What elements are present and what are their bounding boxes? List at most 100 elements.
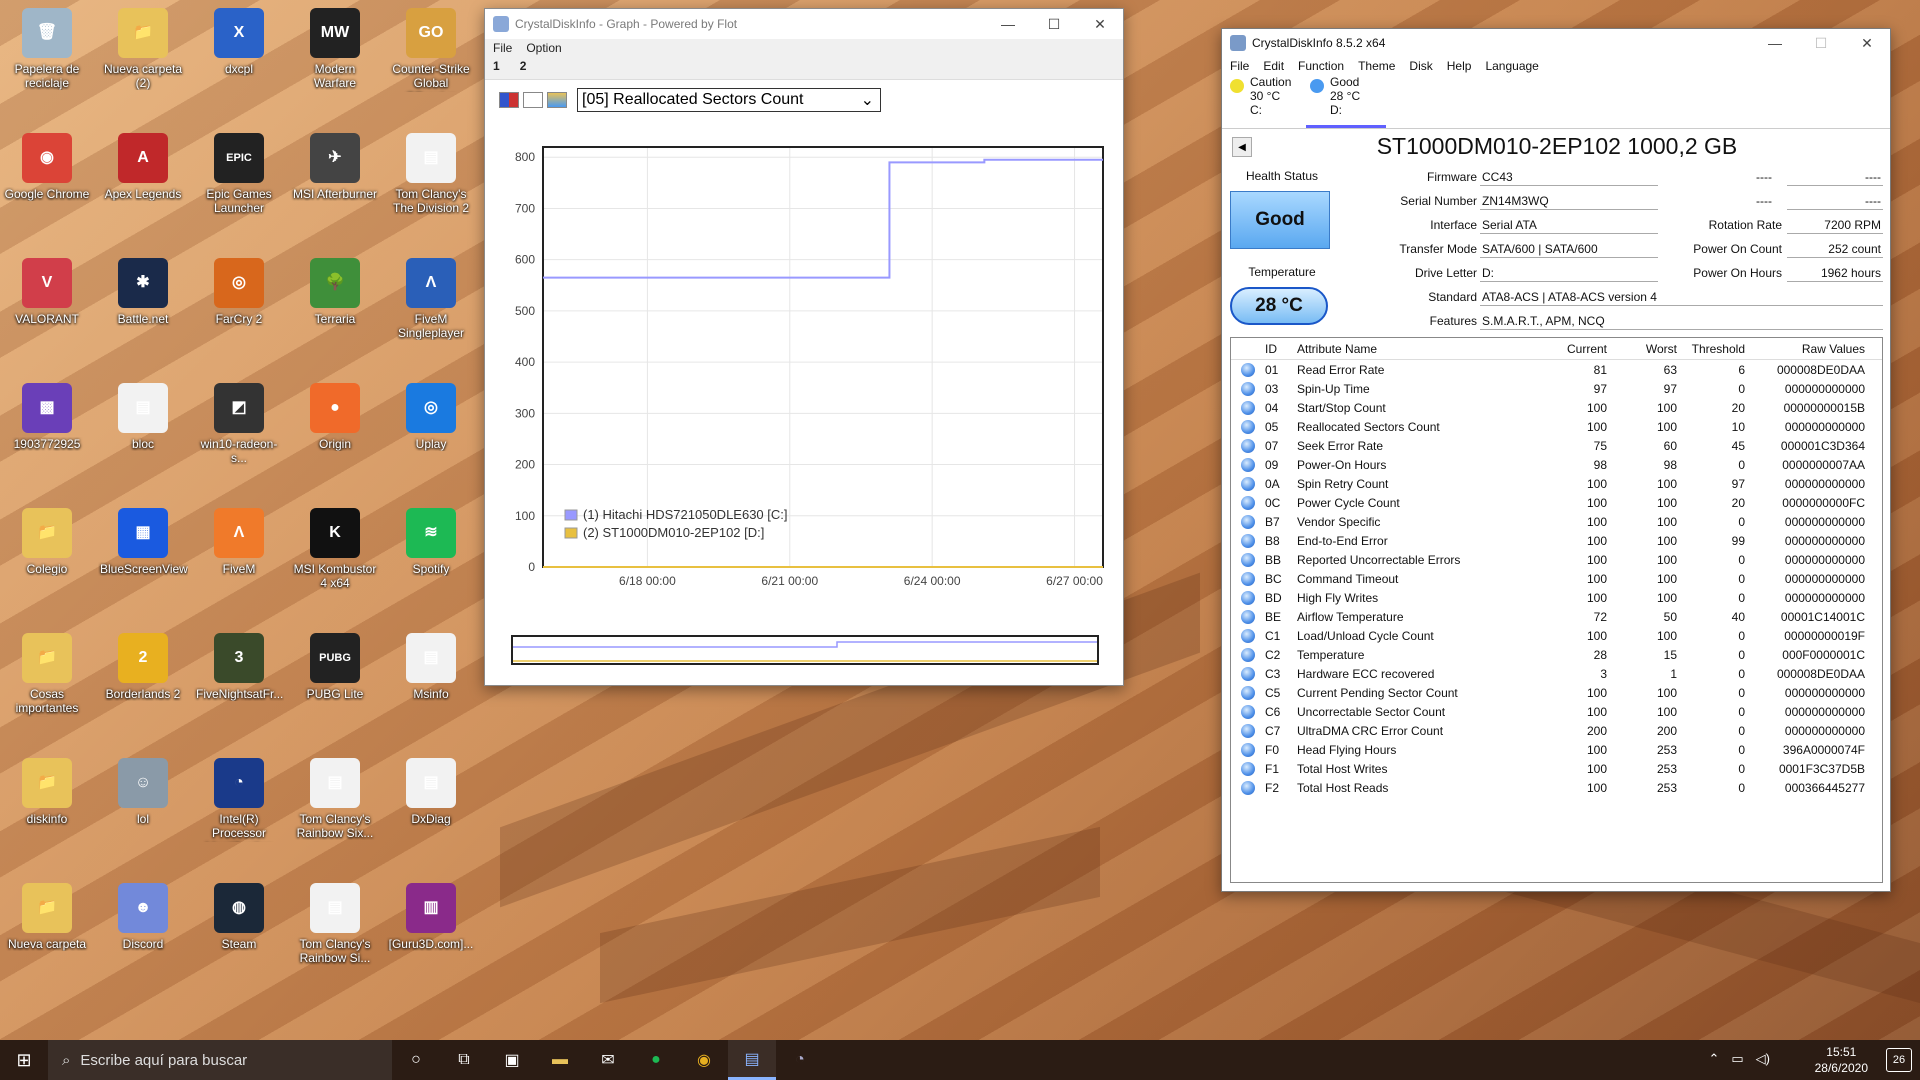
desktop-icon[interactable]: ▤ bloc [98, 377, 188, 497]
desktop-icon[interactable]: ▤ Msinfo [386, 627, 476, 747]
window-icon[interactable] [523, 91, 543, 108]
desktop-icon[interactable]: Λ FiveM Singleplayer [386, 252, 476, 372]
table-row[interactable]: 0A Spin Retry Count 100 100 97 000000000000 [1231, 474, 1882, 493]
table-row[interactable]: 04 Start/Stop Count 100 100 20 00000000015B [1231, 398, 1882, 417]
desktop-icon[interactable]: 🗑 Papelera de reciclaje [2, 2, 92, 122]
col-worst[interactable]: Worst [1607, 342, 1677, 356]
start-button[interactable]: ⊞ [0, 1040, 48, 1080]
crystaldiskinfo-taskbar-icon[interactable]: ▤ [728, 1040, 776, 1080]
chrome-icon[interactable]: ◉ [680, 1040, 728, 1080]
desktop-icon[interactable]: 3 FiveNightsatFr... [194, 627, 284, 747]
desktop-icon[interactable]: ▤ DxDiag [386, 752, 476, 872]
table-row[interactable]: 03 Spin-Up Time 97 97 0 000000000000 [1231, 379, 1882, 398]
taskbar-search[interactable]: ⌕ Escribe aquí para buscar [48, 1040, 392, 1080]
network-icon[interactable]: ▭ [1731, 1051, 1743, 1067]
menu-2[interactable]: 2 [520, 59, 527, 73]
col-attribute-name[interactable]: Attribute Name [1293, 342, 1543, 356]
desktop-icon[interactable]: K MSI Kombustor 4 x64 [290, 502, 380, 622]
volume-icon[interactable]: ◁) [1756, 1051, 1770, 1067]
col-current[interactable]: Current [1543, 342, 1607, 356]
table-row[interactable]: BD High Fly Writes 100 100 0 000000000000 [1231, 588, 1882, 607]
table-row[interactable]: F2 Total Host Reads 100 253 0 000366445277 [1231, 778, 1882, 797]
table-row[interactable]: 07 Seek Error Rate 75 60 45 000001C3D364 [1231, 436, 1882, 455]
desktop-icon[interactable]: EPIC Epic Games Launcher [194, 127, 284, 247]
desktop-icon[interactable]: V VALORANT [2, 252, 92, 372]
desktop-icon[interactable]: ◎ Uplay [386, 377, 476, 497]
spotify-icon[interactable]: ● [632, 1040, 680, 1080]
chevron-up-icon[interactable]: ⌃ [1708, 1051, 1719, 1067]
notification-center-button[interactable]: 26 [1886, 1048, 1912, 1072]
desktop-icon[interactable]: ◉ Google Chrome [2, 127, 92, 247]
table-row[interactable]: B7 Vendor Specific 100 100 0 000000000000 [1231, 512, 1882, 531]
table-row[interactable]: BE Airflow Temperature 72 50 40 00001C14001C [1231, 607, 1882, 626]
table-row[interactable]: C5 Current Pending Sector Count 100 100 0 000… [1231, 683, 1882, 702]
desktop-icon[interactable]: ▥ [Guru3D.com]... [386, 877, 476, 997]
menu-function[interactable]: Function [1298, 59, 1344, 73]
desktop-icon[interactable]: MW Modern Warfare [290, 2, 380, 122]
desktop-icon[interactable]: ◔ Intel(R) Processor Identification U... [194, 752, 284, 872]
store-icon[interactable]: ▣ [488, 1040, 536, 1080]
desktop-icon[interactable]: ◍ Steam [194, 877, 284, 997]
cortana-icon[interactable]: ○ [392, 1040, 440, 1080]
drive-tab-d[interactable]: Good 28 °C D: [1306, 75, 1386, 128]
close-icon[interactable]: ✕ [1844, 28, 1890, 58]
desktop-icon[interactable]: ☻ Discord [98, 877, 188, 997]
col-id[interactable]: ID [1265, 342, 1293, 356]
menu-1[interactable]: 1 [493, 59, 500, 73]
range-slider[interactable] [511, 635, 1099, 665]
desktop-icon[interactable]: A Apex Legends [98, 127, 188, 247]
table-row[interactable]: 09 Power-On Hours 98 98 0 0000000007AA [1231, 455, 1882, 474]
desktop-icon[interactable]: ≋ Spotify [386, 502, 476, 622]
flag-icon[interactable] [499, 91, 519, 108]
table-row[interactable]: C3 Hardware ECC recovered 3 1 0 000008DE0DAA [1231, 664, 1882, 683]
minimize-icon[interactable]: — [985, 9, 1031, 39]
menu-disk[interactable]: Disk [1409, 59, 1432, 73]
desktop-icon[interactable]: ✱ Battle.net [98, 252, 188, 372]
table-row[interactable]: F0 Head Flying Hours 100 253 0 396A0000074F [1231, 740, 1882, 759]
desktop-icon[interactable]: 2 Borderlands 2 [98, 627, 188, 747]
desktop-icon[interactable]: ▤ Tom Clancy's Rainbow Si... [290, 877, 380, 997]
menu-theme[interactable]: Theme [1358, 59, 1395, 73]
graph-titlebar[interactable]: CrystalDiskInfo - Graph - Powered by Flo… [485, 9, 1123, 39]
table-row[interactable]: C6 Uncorrectable Sector Count 100 100 0 00000… [1231, 702, 1882, 721]
desktop-icon[interactable]: 📁 diskinfo [2, 752, 92, 872]
picture-icon[interactable] [547, 91, 567, 108]
col-raw-values[interactable]: Raw Values [1745, 342, 1865, 356]
maximize-icon[interactable]: ☐ [1031, 9, 1077, 39]
health-status-badge[interactable]: Good [1230, 191, 1330, 249]
desktop-icon[interactable]: ▤ Tom Clancy's The Division 2 [386, 127, 476, 247]
desktop-icon[interactable]: PUBG PUBG Lite [290, 627, 380, 747]
desktop-icon[interactable]: ▤ Tom Clancy's Rainbow Six... [290, 752, 380, 872]
table-row[interactable]: F1 Total Host Writes 100 253 0 0001F3C37D5B [1231, 759, 1882, 778]
close-icon[interactable]: ✕ [1077, 9, 1123, 39]
desktop-icon[interactable]: Xdxcpl [194, 2, 284, 122]
desktop-icon[interactable]: ✈ MSI Afterburner [290, 127, 380, 247]
menu-edit[interactable]: Edit [1263, 59, 1284, 73]
attribute-select[interactable]: [05] Reallocated Sectors Count ⌄ [577, 87, 881, 112]
desktop-icon[interactable]: Λ FiveM [194, 502, 284, 622]
table-row[interactable]: B8 End-to-End Error 100 100 99 000000000000 [1231, 531, 1882, 550]
table-row[interactable]: 01 Read Error Rate 81 63 6 000008DE0DAA [1231, 360, 1882, 379]
menu-option[interactable]: Option [526, 41, 561, 55]
desktop-icon[interactable]: ▩ 1903772925 [2, 377, 92, 497]
menu-language[interactable]: Language [1485, 59, 1538, 73]
desktop-icon[interactable]: 📁 Nueva carpeta (2) [98, 2, 188, 122]
table-row[interactable]: C2 Temperature 28 15 0 000F0000001C [1231, 645, 1882, 664]
smart-attributes-table[interactable]: ID Attribute Name Current Worst Threshol… [1230, 337, 1883, 883]
task-view-icon[interactable]: ⧉ [440, 1040, 488, 1080]
desktop-icon[interactable]: 🌳 Terraria [290, 252, 380, 372]
mail-icon[interactable]: ✉ [584, 1040, 632, 1080]
temperature-badge[interactable]: 28 °C [1230, 287, 1328, 325]
cdi-titlebar[interactable]: CrystalDiskInfo 8.5.2 x64 — ☐ ✕ [1222, 29, 1890, 57]
col-threshold[interactable]: Threshold [1677, 342, 1745, 356]
menu-file[interactable]: File [493, 41, 512, 55]
menu-file[interactable]: File [1230, 59, 1249, 73]
desktop-icon[interactable]: ◎ FarCry 2 [194, 252, 284, 372]
drive-tab-c[interactable]: Caution 30 °C C: [1226, 75, 1306, 128]
table-row[interactable]: C7 UltraDMA CRC Error Count 200 200 0 0000000… [1231, 721, 1882, 740]
desktop-icon[interactable]: GO Counter-Strike Global Offensive [386, 2, 476, 122]
file-explorer-icon[interactable]: ▬ [536, 1040, 584, 1080]
table-row[interactable]: 0C Power Cycle Count 100 100 20 0000000000FC [1231, 493, 1882, 512]
table-row[interactable]: 05 Reallocated Sectors Count 100 100 10 00000… [1231, 417, 1882, 436]
desktop-icon[interactable]: ● Origin [290, 377, 380, 497]
